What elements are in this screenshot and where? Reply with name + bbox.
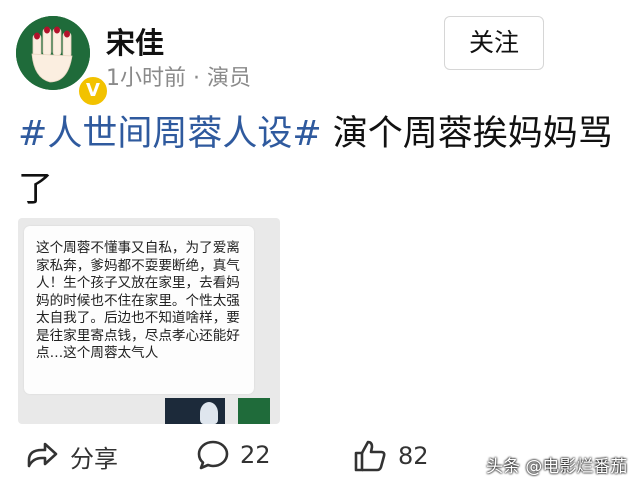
thumbs-up-icon [354,440,386,472]
like-count: 82 [398,442,429,470]
share-arrow-icon [27,442,58,468]
comment-bubble: 这个周蓉不懂事又自私，为了爱离家私奔，爹妈都不耍要断绝，真气人！生个孩子又放在家… [24,226,254,394]
share-label: 分享 [70,444,118,473]
comment-button[interactable]: 22 [196,438,271,472]
attached-screenshot[interactable]: 这个周蓉不懂事又自私，为了爱离家私奔，爹妈都不耍要断绝，真气人！生个孩子又放在家… [18,218,280,424]
follow-button[interactable]: 关注 [444,16,544,70]
like-button[interactable]: 82 [352,438,429,474]
hand-icon [16,16,90,90]
hashtag-link[interactable]: #人世间周蓉人设# [18,114,322,154]
comment-text: 这个周蓉不懂事又自私，为了爱离家私奔，爹妈都不耍要断绝，真气人！生个孩子又放在家… [36,240,240,361]
post-content: #人世间周蓉人设# 演个周蓉挨妈妈骂了 [18,106,618,218]
watermark: 头条 @电影烂番茄 [486,457,628,477]
verified-badge-icon: V [76,74,110,108]
author-avatar[interactable]: V [16,16,110,108]
thumbnail-avatar [238,398,270,424]
comment-bubble-icon [197,440,229,470]
share-button[interactable]: 分享 [24,438,118,474]
comment-count: 22 [240,441,271,469]
author-name[interactable]: 宋佳 [106,20,164,62]
cat-thumbnail [200,402,218,424]
post-meta: 1小时前 · 演员 [106,66,251,91]
